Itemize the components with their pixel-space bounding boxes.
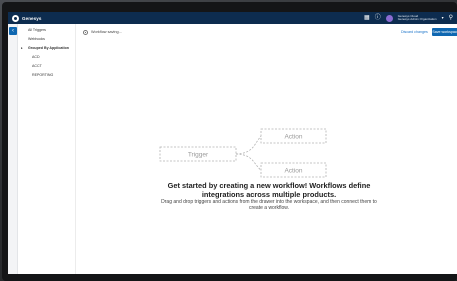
user-info[interactable]: Genesys Cloud Genesys Admin Organization [397,14,437,22]
tree-item-grouped[interactable]: Grouped By Application [28,46,69,50]
top-bar: Genesys ▦ ⓘ Genesys Cloud Genesys Admin … [8,12,457,24]
photo-scene: Genesys ▦ ⓘ Genesys Cloud Genesys Admin … [0,0,457,281]
tree-expand-icon[interactable]: ▸ [21,46,23,50]
workspace-canvas[interactable]: Workflow saving... Discard changes Save … [76,24,457,274]
trigger-tree: All Triggers Webhooks ▸ Grouped By Appli… [18,24,76,274]
action-label-bottom: Action [284,168,302,175]
app-name: Genesys [22,15,42,21]
tree-item-acd[interactable]: ACD [32,55,40,59]
connector-bottom [235,153,262,171]
tree-item-all-triggers[interactable]: All Triggers [28,28,46,32]
grid-icon[interactable]: ▦ [364,14,370,22]
left-rail: ‹ [8,24,18,274]
trigger-label: Trigger [188,152,209,159]
top-icons: ▦ ⓘ Genesys Cloud Genesys Admin Organiza… [364,14,453,22]
brand[interactable]: Genesys [12,14,41,22]
workflow-diagram: Trigger Action Action [159,128,327,178]
chevron-down-icon[interactable]: ▾ [442,14,444,22]
tree-item-webhooks[interactable]: Webhooks [28,37,45,41]
logo-icon [12,14,19,22]
user-line-2: Genesys Admin Organization [397,17,437,21]
share-icon[interactable]: ‹ [9,27,17,35]
tree-item-acct[interactable]: ACCT [32,64,42,68]
help-icon[interactable]: ⓘ [375,14,381,22]
action-label-top: Action [284,134,302,141]
connector-top [235,135,262,155]
avatar[interactable] [385,14,393,22]
empty-state-subtitle: Drag and drop triggers and actions from … [161,199,377,211]
tree-item-reporting[interactable]: REPORTING [32,73,53,77]
search-icon[interactable]: ⚲ [449,14,453,22]
app-screen: Genesys ▦ ⓘ Genesys Cloud Genesys Admin … [8,12,457,274]
empty-state-title: Get started by creating a new workflow! … [167,181,371,199]
